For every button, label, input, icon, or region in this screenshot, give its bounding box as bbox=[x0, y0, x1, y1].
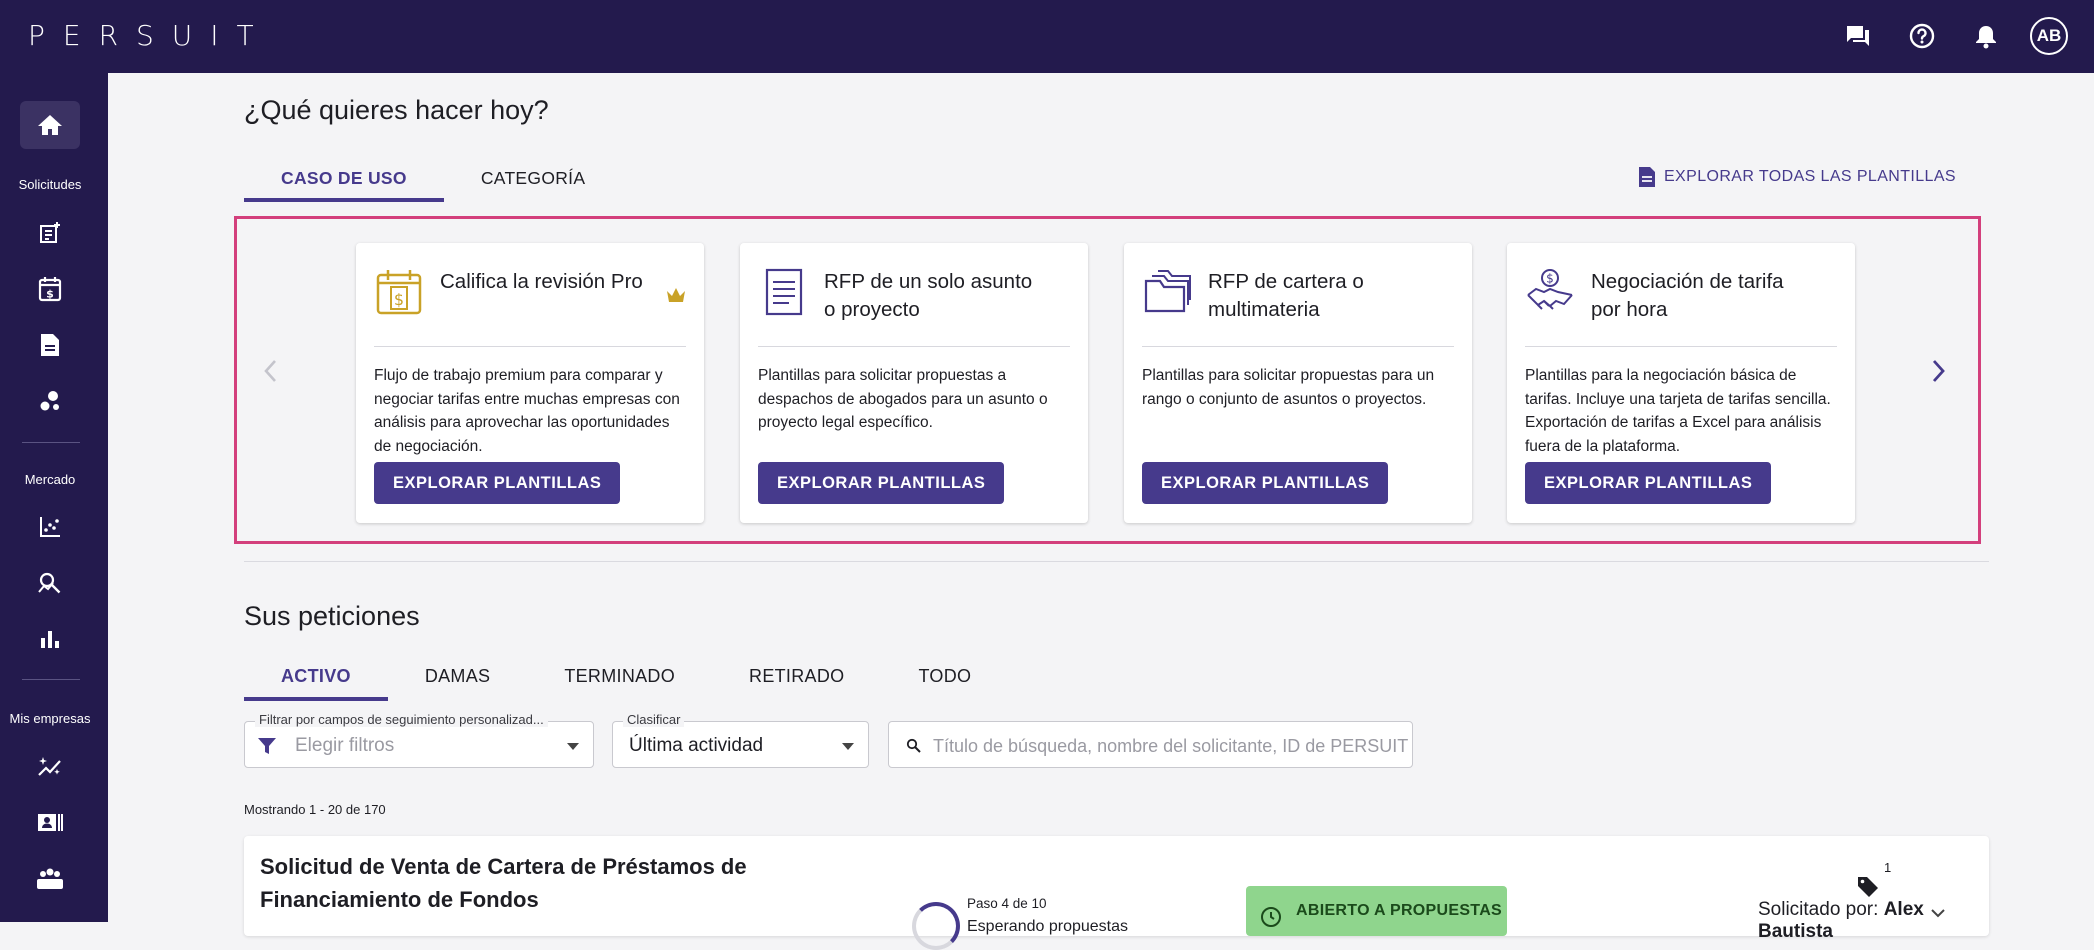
card-divider bbox=[374, 346, 686, 347]
card-description: Plantillas para la negociación básica de… bbox=[1525, 367, 1831, 455]
template-card[interactable]: $ Califica la revisión Pro Flujo de trab… bbox=[356, 243, 704, 523]
template-tabs: CASO DE USO CATEGORÍA bbox=[244, 157, 622, 202]
chat-icon[interactable] bbox=[1838, 16, 1878, 56]
sidebar-divider bbox=[22, 679, 80, 680]
svg-text:$: $ bbox=[46, 288, 54, 301]
explore-templates-button[interactable]: EXPLORAR PLANTILLAS bbox=[1525, 462, 1772, 504]
card-divider bbox=[1525, 346, 1837, 347]
filter-placeholder: Elegir filtros bbox=[295, 735, 395, 756]
step-progress-ring bbox=[912, 902, 960, 950]
card-divider bbox=[1142, 346, 1454, 347]
document-icon bbox=[1638, 167, 1655, 187]
svg-text:$: $ bbox=[394, 290, 404, 309]
scatter-chart-icon[interactable] bbox=[20, 503, 80, 551]
step-label: Paso 4 de 10 bbox=[967, 896, 1047, 911]
group-icon[interactable] bbox=[20, 855, 80, 903]
tab-damas[interactable]: DAMAS bbox=[388, 655, 528, 697]
requested-by: Solicitado por: Alex Bautista bbox=[1758, 899, 1989, 943]
tag-icon[interactable] bbox=[1856, 874, 1880, 898]
carousel-next-icon[interactable] bbox=[1924, 356, 1954, 386]
sidebar: Solicitudes $ Mercado Mis empresas bbox=[0, 73, 108, 922]
results-count: Mostrando 1 - 20 de 170 bbox=[244, 802, 386, 817]
template-card[interactable]: RFP de un solo asunto o proyecto Plantil… bbox=[740, 243, 1088, 523]
folders-icon bbox=[1142, 267, 1192, 317]
card-title: RFP de cartera o multimateria bbox=[1208, 270, 1364, 321]
tab-category[interactable]: CATEGORÍA bbox=[444, 157, 622, 199]
sort-label: Clasificar bbox=[623, 712, 685, 727]
carousel-prev-icon[interactable] bbox=[255, 356, 285, 386]
user-avatar[interactable]: AB bbox=[2030, 17, 2068, 55]
sidebar-section-requests: Solicitudes bbox=[18, 177, 82, 192]
search-input[interactable]: Título de búsqueda, nombre del solicitan… bbox=[933, 736, 1408, 757]
step-status: Esperando propuestas bbox=[967, 918, 1128, 935]
bar-chart-icon[interactable] bbox=[20, 615, 80, 663]
calendar-dollar-icon: $ bbox=[374, 267, 424, 317]
search-icon bbox=[906, 738, 921, 753]
sidebar-divider bbox=[22, 442, 80, 443]
explore-all-templates-link[interactable]: EXPLORAR TODAS LAS PLANTILLAS bbox=[1638, 166, 1956, 188]
sort-value: Última actividad bbox=[629, 735, 764, 756]
template-card[interactable]: RFP de cartera o multimateria Plantillas… bbox=[1124, 243, 1472, 523]
tab-use-case[interactable]: CASO DE USO bbox=[244, 157, 444, 202]
tab-all[interactable]: TODO bbox=[881, 655, 1008, 697]
document-lines-icon bbox=[758, 267, 808, 317]
search-field[interactable]: Título de búsqueda, nombre del solicitan… bbox=[888, 721, 1413, 768]
help-icon[interactable] bbox=[1902, 16, 1942, 56]
card-description: Plantillas para solicitar propuestas par… bbox=[1142, 367, 1435, 408]
bell-icon[interactable] bbox=[1966, 16, 2006, 56]
document-icon[interactable] bbox=[20, 321, 80, 369]
card-description: Flujo de trabajo premium para comparar y… bbox=[374, 367, 680, 455]
sidebar-section-firms: Mis empresas bbox=[9, 711, 91, 726]
main-content: ¿Qué quieres hacer hoy? CASO DE USO CATE… bbox=[108, 73, 2094, 950]
status-badge: ABIERTO A PROPUESTAS bbox=[1246, 886, 1507, 936]
card-title: RFP de un solo asunto o proyecto bbox=[824, 270, 1033, 321]
filter-icon bbox=[258, 738, 276, 754]
request-tabs: ACTIVO DAMAS TERMINADO RETIRADO TODO bbox=[244, 655, 1008, 701]
explore-templates-button[interactable]: EXPLORAR PLANTILLAS bbox=[758, 462, 1005, 504]
status-label: ABIERTO A PROPUESTAS bbox=[1296, 902, 1503, 919]
request-row[interactable]: Solicitud de Venta de Cartera de Préstam… bbox=[244, 836, 1989, 950]
templates-heading: ¿Qué quieres hacer hoy? bbox=[244, 95, 549, 125]
tab-active[interactable]: ACTIVO bbox=[244, 655, 388, 701]
persuit-logo[interactable]: PERSUIT bbox=[28, 19, 272, 52]
section-divider bbox=[244, 561, 1989, 562]
sparkle-chart-icon[interactable] bbox=[20, 743, 80, 791]
svg-text:$: $ bbox=[1546, 272, 1554, 286]
contact-card-icon[interactable] bbox=[20, 799, 80, 847]
explore-templates-button[interactable]: EXPLORAR PLANTILLAS bbox=[374, 462, 621, 504]
requested-by-label: Solicitado por: bbox=[1758, 899, 1884, 920]
tag-count: 1 bbox=[1884, 860, 1892, 875]
clock-icon bbox=[1261, 907, 1281, 927]
molecule-icon[interactable] bbox=[20, 377, 80, 425]
chevron-down-icon bbox=[842, 743, 854, 750]
filter-label: Filtrar por campos de seguimiento person… bbox=[255, 712, 548, 727]
top-bar: PERSUIT AB bbox=[0, 0, 2094, 73]
premium-crown-icon bbox=[666, 287, 686, 308]
sidebar-section-market: Mercado bbox=[24, 472, 76, 487]
search-analytics-icon[interactable] bbox=[20, 559, 80, 607]
card-title: Califica la revisión Pro bbox=[440, 270, 643, 293]
new-request-icon[interactable] bbox=[20, 209, 80, 257]
card-description: Plantillas para solicitar propuestas a d… bbox=[758, 367, 1048, 431]
chevron-down-icon[interactable] bbox=[1930, 908, 1946, 918]
calendar-dollar-icon[interactable]: $ bbox=[20, 265, 80, 313]
explore-templates-button[interactable]: EXPLORAR PLANTILLAS bbox=[1142, 462, 1389, 504]
chevron-down-icon bbox=[567, 743, 579, 750]
tab-withdrawn[interactable]: RETIRADO bbox=[712, 655, 881, 697]
handshake-dollar-icon: $ bbox=[1525, 267, 1575, 317]
sort-select[interactable]: Clasificar Última actividad bbox=[612, 712, 869, 768]
request-title[interactable]: Solicitud de Venta de Cartera de Préstam… bbox=[260, 850, 780, 916]
filter-select[interactable]: Filtrar por campos de seguimiento person… bbox=[244, 712, 594, 768]
home-icon[interactable] bbox=[20, 101, 80, 149]
requests-heading: Sus peticiones bbox=[244, 601, 420, 631]
card-divider bbox=[758, 346, 1070, 347]
explore-all-label: EXPLORAR TODAS LAS PLANTILLAS bbox=[1663, 168, 1956, 185]
tab-finished[interactable]: TERMINADO bbox=[527, 655, 712, 697]
template-card[interactable]: $ Negociación de tarifa por hora Plantil… bbox=[1507, 243, 1855, 523]
card-title: Negociación de tarifa por hora bbox=[1591, 270, 1784, 321]
